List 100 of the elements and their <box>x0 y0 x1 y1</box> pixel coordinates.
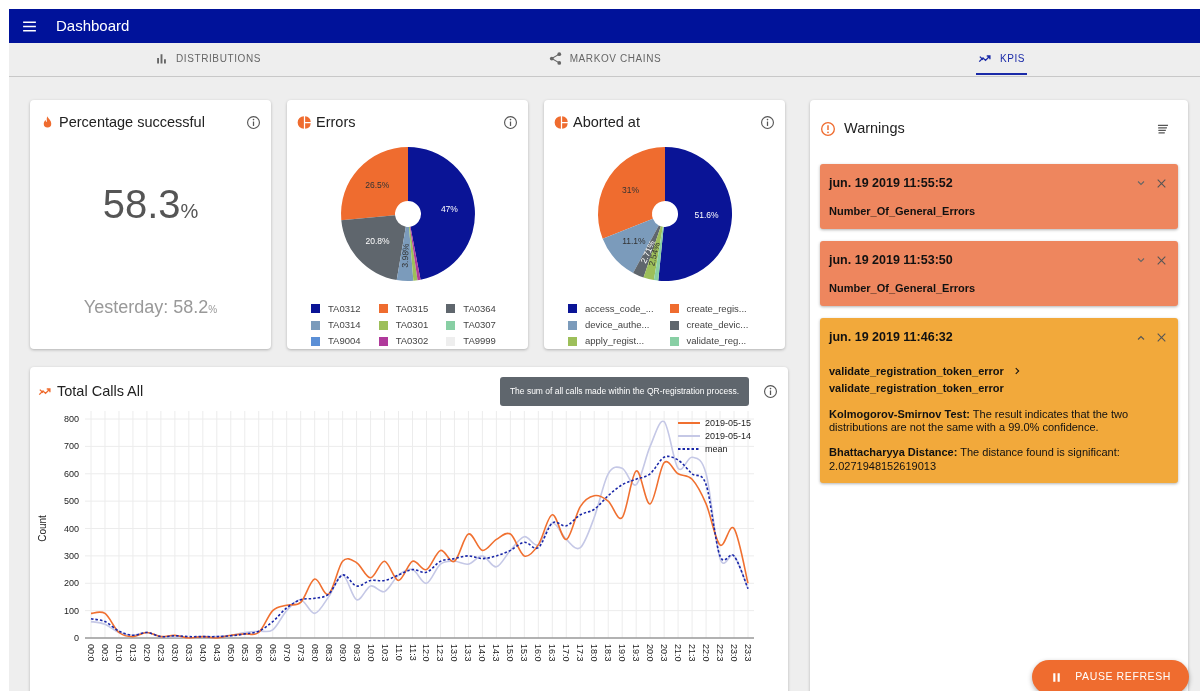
axis-tick-label: 21:0 <box>673 643 684 662</box>
legend-swatch <box>446 320 456 330</box>
axis-tick-label: 02:0 <box>141 643 152 662</box>
card-title: Aborted at <box>573 113 640 132</box>
axis-tick-label: 800 <box>63 413 79 424</box>
axis-tick-label: 22:0 <box>701 643 712 662</box>
slice-label: 51.6% <box>693 210 719 221</box>
legend-label: TA0301 <box>395 318 429 332</box>
card-title: Percentage successful <box>59 113 205 132</box>
axis-tick-label: 21:3 <box>687 643 698 662</box>
axis-tick-label: 08:3 <box>323 643 334 662</box>
legend-label: TA0364 <box>463 301 496 316</box>
detail-text: Kolmogorov-Smirnov Test: The result indicates that the two distributions are not the same with a 99.0% confidence. <box>829 408 1130 435</box>
alert-name: Number_Of_General_Errors <box>829 280 977 296</box>
axis-tick-label: 300 <box>63 550 79 561</box>
axis-tick-label: 23:3 <box>743 643 753 662</box>
legend-line <box>677 434 701 437</box>
tab[interactable]: DISTRIBUTIONS <box>9 43 406 76</box>
axis-tick-label: 03:0 <box>169 643 180 662</box>
axis-tick-label: 16:3 <box>547 643 558 662</box>
info-button[interactable] <box>760 115 775 131</box>
axis-tick-label: 12:3 <box>435 643 446 662</box>
axis-tick-label: 11:3 <box>407 643 418 661</box>
axis-tick-label: 09:3 <box>351 643 362 662</box>
axis-tick-label: 400 <box>63 523 79 534</box>
legend-label: TA0307 <box>463 318 496 332</box>
pause-refresh-button[interactable]: PAUSE REFRESH <box>1032 660 1189 691</box>
axis-tick-label: 18:0 <box>589 643 600 662</box>
axis-tick-label: 09:0 <box>337 643 348 662</box>
bar-chart-icon <box>154 51 169 66</box>
legend-label: TA9004 <box>328 334 361 349</box>
alert-time: jun. 19 2019 11:53:50 <box>829 252 953 269</box>
legend-label: apply_regist... <box>585 334 645 349</box>
axis-tick-label: 01:3 <box>127 643 138 662</box>
legend-swatch <box>311 320 320 330</box>
axis-tick-label: 10:3 <box>379 643 390 662</box>
legend-label: 2019-05-15 <box>705 417 752 428</box>
slice-label: 26.5% <box>364 180 389 190</box>
tab[interactable]: MARKOV CHAINS <box>406 43 803 76</box>
legend-swatch <box>378 320 388 330</box>
info-button[interactable] <box>503 115 518 131</box>
yesterday-value: Yesterday: 58.2 <box>83 297 209 317</box>
axis-tick-label: 10:0 <box>365 643 376 662</box>
axis-tick-label: 16:0 <box>533 643 544 662</box>
legend-label: mean <box>705 443 728 454</box>
legend-label: 2019-05-14 <box>705 430 752 441</box>
alert-time: jun. 19 2019 11:46:32 <box>829 329 953 347</box>
axis-tick-label: 19:3 <box>631 643 642 662</box>
axis-tick-label: 14:0 <box>477 643 488 662</box>
pie-chart-icon <box>554 115 569 131</box>
card-title: Warnings <box>844 119 905 138</box>
card-title: Errors <box>316 113 356 132</box>
legend-line <box>677 447 701 450</box>
alert-name: Number_Of_General_Errors <box>829 203 977 219</box>
tooltip: The sum of all calls made within the QR-registration process. <box>499 377 749 406</box>
axis-tick-label: 500 <box>63 495 79 506</box>
legend-label: TA0314 <box>328 318 361 332</box>
axis-tick-label: 13:0 <box>449 643 460 662</box>
transition-to: validate_registration_token_error <box>829 380 1005 396</box>
legend-line <box>677 421 701 424</box>
info-icon <box>503 115 518 131</box>
axis-tick-label: 15:0 <box>505 643 516 662</box>
axis-tick-label: 14:3 <box>491 643 502 662</box>
axis-tick-label: 20:0 <box>645 643 656 662</box>
pie-chart-icon <box>297 115 312 131</box>
axis-tick-label: 200 <box>63 578 79 588</box>
axis-tick-label: 00:3 <box>100 643 110 662</box>
axis-tick-label: 100 <box>63 605 79 616</box>
unit-label: % <box>180 199 199 222</box>
info-icon <box>763 383 778 399</box>
slice-label: 20.8% <box>364 236 390 247</box>
legend-label: TA0302 <box>395 334 429 349</box>
axis-tick-label: 06:3 <box>267 643 278 662</box>
info-button[interactable] <box>763 383 778 399</box>
axis-tick-label: 04:0 <box>197 643 208 662</box>
legend-label: access_code_... <box>585 301 654 316</box>
legend-swatch <box>568 336 577 346</box>
axis-tick-label: 08:0 <box>309 643 320 662</box>
axis-tick-label: 23:0 <box>729 643 739 662</box>
legend-swatch <box>311 304 320 314</box>
tab[interactable]: KPIS <box>803 43 1200 76</box>
unit-label: % <box>208 304 218 315</box>
legend-label: TA9999 <box>463 334 496 349</box>
axis-tick-label: 01:0 <box>113 643 124 662</box>
axis-tick-label: 00:0 <box>86 643 96 662</box>
axis-tick-label: 0 <box>74 632 79 643</box>
axis-tick-label: 04:3 <box>211 643 222 662</box>
axis-tick-label: 11:0 <box>393 643 404 661</box>
legend-label: TA0315 <box>395 301 429 316</box>
info-button[interactable] <box>246 115 261 131</box>
card-title: Total Calls All <box>57 381 144 401</box>
legend-label: create_regis... <box>686 301 747 316</box>
legend-swatch <box>311 336 320 346</box>
axis-tick-label: 07:0 <box>281 643 292 662</box>
axis-tick-label: 18:3 <box>603 643 614 662</box>
share-icon <box>547 51 563 66</box>
legend-swatch <box>446 304 456 314</box>
axis-tick-label: 20:3 <box>659 643 670 662</box>
axis-tick-label: 700 <box>63 441 79 452</box>
legend-swatch <box>378 336 388 346</box>
